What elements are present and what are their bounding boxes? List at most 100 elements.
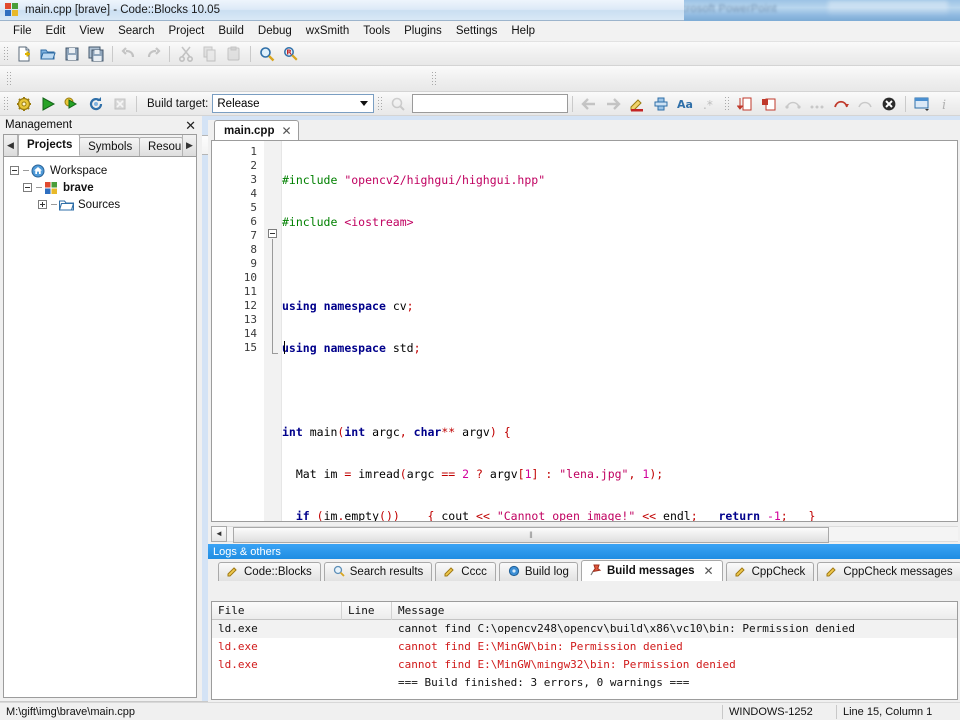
toolbar-grip[interactable] <box>377 95 384 112</box>
menu-plugins[interactable]: Plugins <box>397 23 449 39</box>
forward-arrow-icon[interactable] <box>602 94 624 114</box>
menu-tools[interactable]: Tools <box>356 23 397 39</box>
highlight-icon[interactable] <box>626 94 648 114</box>
build-and-run-icon[interactable] <box>61 94 83 114</box>
fold-toggle-icon[interactable] <box>268 229 277 238</box>
debug-next-line-icon[interactable] <box>782 94 804 114</box>
copy-icon[interactable] <box>199 44 221 64</box>
editor-panel: main.cpp ✕ 1 2 3 4 5 6 7 8 9 10 11 12 13… <box>208 120 960 544</box>
close-icon[interactable]: ✕ <box>704 564 714 578</box>
tab-label: Cccc <box>461 566 487 578</box>
column-header-file[interactable]: File <box>212 602 342 620</box>
line-number: 13 <box>243 313 257 326</box>
debug-windows-icon[interactable] <box>911 94 933 114</box>
tab-cppcheck[interactable]: CppCheck <box>725 562 815 581</box>
tab-build-log[interactable]: Build log <box>498 562 578 581</box>
menu-view[interactable]: View <box>72 23 111 39</box>
tab-codeblocks[interactable]: Code::Blocks <box>218 562 321 581</box>
magnifier-icon <box>333 565 345 580</box>
debug-continue-icon[interactable] <box>734 94 756 114</box>
save-icon[interactable] <box>61 44 83 64</box>
toolbar-grip[interactable] <box>431 71 437 87</box>
back-arrow-icon[interactable] <box>578 94 600 114</box>
tab-label: Code::Blocks <box>244 566 312 578</box>
editor-hscrollbar[interactable]: ◄ ‖ <box>211 525 958 543</box>
build-icon[interactable] <box>13 94 35 114</box>
abort-icon[interactable] <box>109 94 131 114</box>
bookmark-icon[interactable] <box>650 94 672 114</box>
save-all-icon[interactable] <box>85 44 107 64</box>
tree-toggle-plus-icon[interactable] <box>38 200 47 209</box>
toolbar-grip[interactable] <box>6 71 12 87</box>
tab-projects[interactable]: Projects <box>18 134 81 156</box>
close-icon[interactable]: ✕ <box>281 124 291 138</box>
menu-build[interactable]: Build <box>211 23 251 39</box>
debug-run-to-cursor-icon[interactable] <box>758 94 780 114</box>
open-file-icon[interactable] <box>37 44 59 64</box>
chevron-down-icon[interactable] <box>356 96 372 111</box>
menu-edit[interactable]: Edit <box>39 23 73 39</box>
menu-settings[interactable]: Settings <box>449 23 505 39</box>
close-icon[interactable]: ✕ <box>183 119 198 132</box>
code-content[interactable]: #include "opencv2/highgui/highgui.hpp" #… <box>282 141 957 521</box>
table-row[interactable]: ld.exe cannot find E:\MinGW\mingw32\bin:… <box>212 656 957 674</box>
tab-cccc[interactable]: Cccc <box>435 562 496 581</box>
toolbar-grip[interactable] <box>724 95 731 112</box>
scroll-left-button[interactable]: ◄ <box>211 525 227 542</box>
regex-icon[interactable]: .* <box>698 94 720 114</box>
debug-step-into-icon[interactable] <box>806 94 828 114</box>
tab-scroll-left-icon[interactable]: ◀ <box>4 135 18 156</box>
search-go-icon[interactable] <box>387 94 409 114</box>
tab-label: Search results <box>349 566 424 578</box>
tree-toggle-minus-icon[interactable] <box>10 166 19 175</box>
tab-cppcheck-messages[interactable]: CppCheck messages <box>817 562 960 581</box>
cut-icon[interactable] <box>175 44 197 64</box>
cell-line <box>342 638 392 656</box>
toolbar-grip[interactable] <box>3 95 9 112</box>
tree-node-sources[interactable]: Sources <box>10 196 196 213</box>
menu-project[interactable]: Project <box>162 23 212 39</box>
tree-node-workspace[interactable]: Workspace <box>10 162 196 179</box>
tree-node-brave[interactable]: brave <box>10 179 196 196</box>
redo-icon[interactable] <box>142 44 164 64</box>
debug-next-instruction-icon[interactable] <box>854 94 876 114</box>
menu-debug[interactable]: Debug <box>251 23 299 39</box>
scroll-track[interactable]: ‖ <box>227 525 958 543</box>
column-header-line[interactable]: Line <box>342 602 392 620</box>
debug-step-out-icon[interactable] <box>830 94 852 114</box>
tab-search-results[interactable]: Search results <box>323 562 433 581</box>
table-row[interactable]: ld.exe cannot find C:\opencv248\opencv\b… <box>212 620 957 638</box>
menu-wxsmith[interactable]: wxSmith <box>299 23 356 39</box>
editor-tab-main-cpp[interactable]: main.cpp ✕ <box>214 120 299 140</box>
code-line-4: using namespace cv; <box>282 299 414 313</box>
debug-info-icon[interactable]: i <box>935 94 957 114</box>
tab-build-messages[interactable]: Build messages ✕ <box>580 560 723 581</box>
build-messages-table[interactable]: File Line Message ld.exe cannot find C:\… <box>211 601 958 700</box>
fold-margin[interactable] <box>264 141 282 521</box>
menu-search[interactable]: Search <box>111 23 161 39</box>
column-header-message[interactable]: Message <box>392 602 957 620</box>
build-target-combo[interactable]: Release <box>212 94 375 113</box>
code-editor[interactable]: 1 2 3 4 5 6 7 8 9 10 11 12 13 14 15 #inc… <box>211 140 958 522</box>
toolbar-grip[interactable] <box>3 45 9 62</box>
debug-stop-icon[interactable] <box>878 94 900 114</box>
search-input[interactable] <box>412 94 569 113</box>
menu-help[interactable]: Help <box>504 23 542 39</box>
run-icon[interactable] <box>37 94 59 114</box>
tree-toggle-minus-icon[interactable] <box>23 183 32 192</box>
paste-icon[interactable] <box>223 44 245 64</box>
scroll-thumb[interactable]: ‖ <box>233 526 829 543</box>
tab-scroll-right-icon[interactable]: ▶ <box>182 135 196 156</box>
find-icon[interactable] <box>256 44 278 64</box>
match-case-icon[interactable]: Aa <box>674 94 696 114</box>
undo-icon[interactable] <box>118 44 140 64</box>
table-row[interactable]: ld.exe cannot find E:\MinGW\bin: Permiss… <box>212 638 957 656</box>
menu-file[interactable]: File <box>6 23 39 39</box>
table-row[interactable]: === Build finished: 3 errors, 0 warnings… <box>212 674 957 692</box>
new-file-icon[interactable] <box>13 44 35 64</box>
tab-resources[interactable]: Resou <box>139 137 183 156</box>
tab-symbols[interactable]: Symbols <box>79 137 140 156</box>
rebuild-icon[interactable] <box>85 94 107 114</box>
replace-icon[interactable]: R <box>280 44 302 64</box>
